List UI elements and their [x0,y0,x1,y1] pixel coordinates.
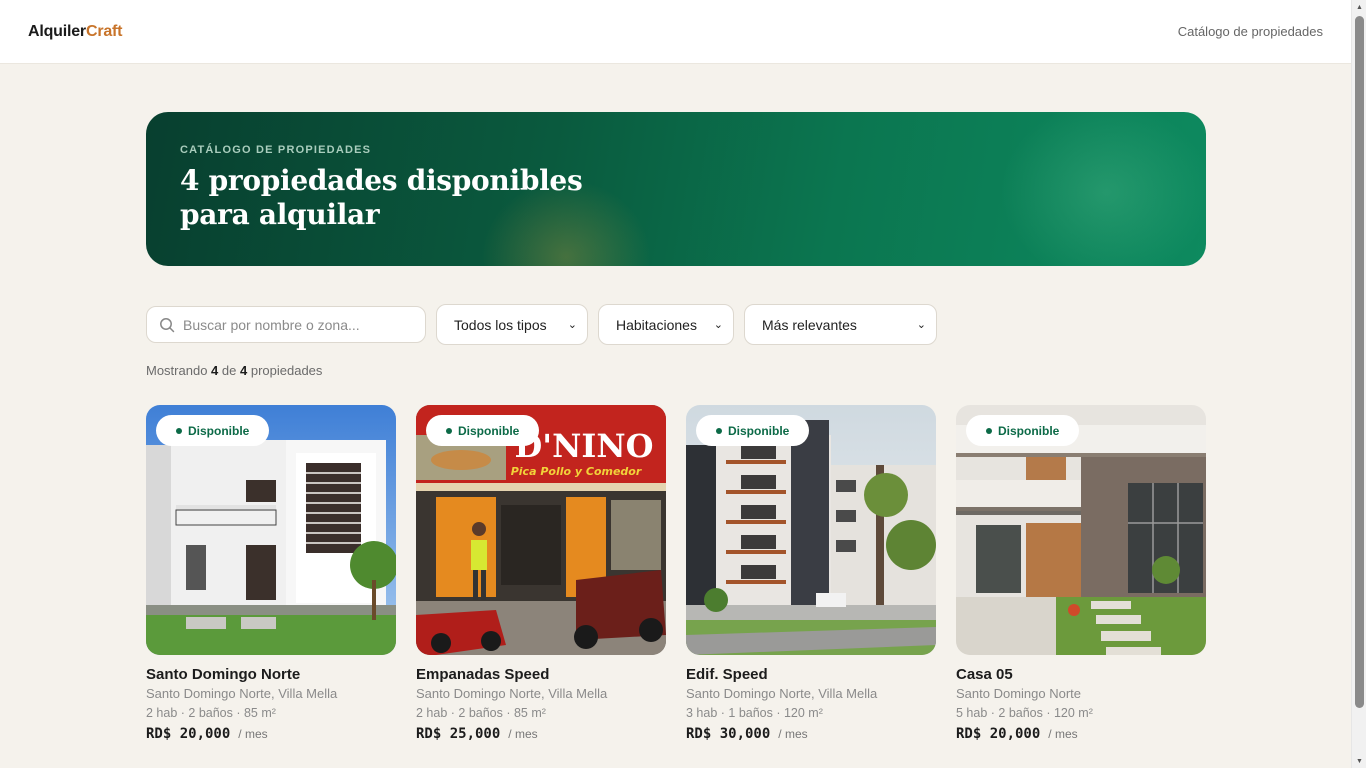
status-badge: Disponible [966,415,1080,446]
property-price: RD$ 20,000 [146,726,231,742]
chevron-down-icon: ⌄ [713,319,723,331]
nav-link-catalog[interactable]: Catálogo de propiedades [1178,24,1323,39]
property-specs: 5 hab · 2 baños · 120 m² [956,706,1093,720]
property-specs: 2 hab · 2 baños · 85 m² [146,706,276,720]
hero-title: 4 propiedades disponibles para alquilar [180,164,583,231]
scrollbar-thumb[interactable] [1355,16,1364,708]
hero-banner: CATÁLOGO DE PROPIEDADES 4 propiedades di… [146,112,1206,266]
price-period: / mes [238,727,268,741]
search-icon [160,317,175,332]
property-card[interactable]: D'NINO Pica Pollo y Comedor Disponible E… [416,405,666,742]
logo[interactable]: AlquilerCraft [28,22,123,41]
rooms-select-value: Habitaciones [616,316,697,333]
property-title[interactable]: Empanadas Speed [416,666,666,683]
property-card[interactable]: Disponible Casa 05 Santo Domingo Norte 5… [956,405,1206,742]
hero-eyebrow: CATÁLOGO DE PROPIEDADES [180,144,372,156]
storefront-sign-subtext: Pica Pollo y Comedor [511,465,642,478]
page-scrollbar[interactable]: ▲ ▼ [1351,0,1366,768]
property-title[interactable]: Santo Domingo Norte [146,666,396,683]
status-dot-icon [716,427,722,434]
property-price-row: RD$ 20,000 / mes [146,726,396,742]
property-price-row: RD$ 25,000 / mes [416,726,666,742]
property-location: Santo Domingo Norte, Villa Mella [686,686,878,701]
status-badge: Disponible [156,415,270,446]
status-badge-label: Disponible [998,423,1060,438]
property-location: Santo Domingo Norte, Villa Mella [146,686,338,701]
property-image[interactable]: D'NINO Pica Pollo y Comedor Disponible [416,405,666,655]
type-select[interactable]: Todos los tipos ⌄ [436,304,588,345]
scroll-down-arrow-icon[interactable]: ▼ [1352,754,1366,768]
sort-select-value: Más relevantes [762,316,857,333]
property-title[interactable]: Casa 05 [956,666,1206,683]
property-image[interactable]: Disponible [146,405,396,655]
type-select-value: Todos los tipos [454,316,547,333]
property-price: RD$ 20,000 [956,726,1041,742]
status-badge-label: Disponible [728,423,790,438]
property-price: RD$ 25,000 [416,726,501,742]
top-navbar: AlquilerCraft Catálogo de propiedades [0,0,1351,64]
price-period: / mes [1048,727,1078,741]
search-input[interactable] [183,316,403,333]
status-dot-icon [446,427,452,434]
status-dot-icon [176,427,182,434]
logo-part-2: Craft [85,22,123,40]
results-middle: de [221,363,237,378]
status-badge-label: Disponible [188,423,250,438]
property-card[interactable]: Disponible Edif. Speed Santo Domingo Nor… [686,405,936,742]
property-specs: 2 hab · 2 baños · 85 m² [416,706,546,720]
rooms-select[interactable]: Habitaciones ⌄ [598,304,734,345]
status-dot-icon [986,427,992,434]
price-period: / mes [778,727,808,741]
price-period: / mes [508,727,538,741]
results-suffix: propiedades [250,363,323,378]
results-shown: 4 [211,363,219,378]
property-price: RD$ 30,000 [686,726,771,742]
sort-select[interactable]: Más relevantes ⌄ [744,304,937,345]
results-prefix: Mostrando [146,363,208,378]
property-title[interactable]: Edif. Speed [686,666,936,683]
property-image[interactable]: Disponible [956,405,1206,655]
property-location: Santo Domingo Norte, Villa Mella [416,686,608,701]
property-specs: 3 hab · 1 baños · 120 m² [686,706,823,720]
status-badge: Disponible [426,415,540,446]
scroll-up-arrow-icon[interactable]: ▲ [1352,0,1366,14]
chevron-down-icon: ⌄ [567,319,577,331]
property-location: Santo Domingo Norte [956,686,1082,701]
status-badge: Disponible [696,415,810,446]
status-badge-label: Disponible [458,423,520,438]
property-price-row: RD$ 30,000 / mes [686,726,936,742]
results-total: 4 [240,363,248,378]
property-card[interactable]: Disponible Santo Domingo Norte Santo Dom… [146,405,396,742]
logo-part-1: Alquiler [28,22,86,40]
filter-bar: Todos los tipos ⌄ Habitaciones ⌄ Más rel… [146,304,937,345]
search-box[interactable] [146,306,426,343]
results-count: Mostrando 4 de 4 propiedades [146,363,322,378]
property-image[interactable]: Disponible [686,405,936,655]
chevron-down-icon: ⌄ [916,319,926,331]
property-price-row: RD$ 20,000 / mes [956,726,1206,742]
